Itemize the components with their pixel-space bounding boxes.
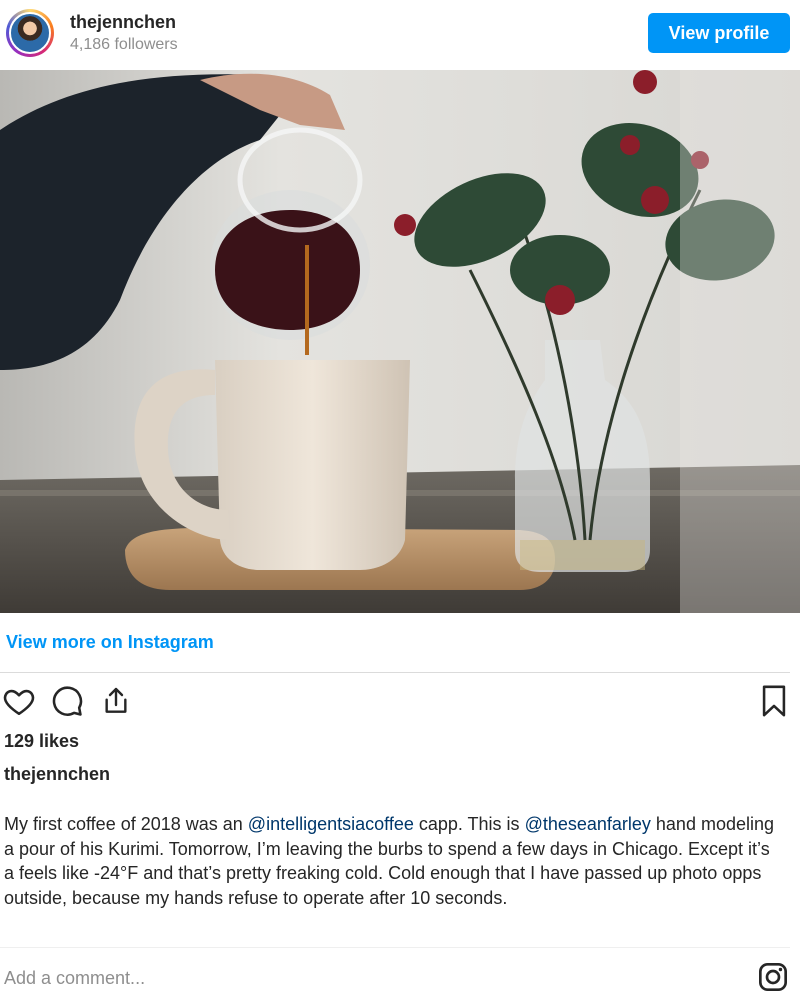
caption-username[interactable]: thejennchen xyxy=(4,764,110,785)
avatar[interactable] xyxy=(6,9,54,57)
heart-icon[interactable] xyxy=(2,684,36,723)
coffee-pour-photo xyxy=(0,70,800,613)
follower-count: 4,186 followers xyxy=(70,36,178,53)
post-caption: My first coffee of 2018 was an @intellig… xyxy=(4,812,784,910)
mention-link[interactable]: @intelligentsiacoffee xyxy=(248,814,414,834)
divider xyxy=(0,672,790,673)
comment-input[interactable] xyxy=(4,964,704,992)
post-header: thejennchen 4,186 followers View profile xyxy=(0,0,800,70)
instagram-icon[interactable] xyxy=(757,961,789,998)
mention-link[interactable]: @theseanfarley xyxy=(525,814,651,834)
bookmark-icon[interactable] xyxy=(759,684,789,723)
caption-text: capp. This is xyxy=(413,814,525,834)
username[interactable]: thejennchen xyxy=(70,12,176,33)
comment-icon[interactable] xyxy=(50,684,84,723)
avatar-image xyxy=(9,12,51,54)
caption-text: My first coffee of 2018 was an xyxy=(4,814,248,834)
share-icon[interactable] xyxy=(100,684,132,723)
view-more-link[interactable]: View more on Instagram xyxy=(6,632,214,653)
view-profile-button[interactable]: View profile xyxy=(648,13,790,53)
divider xyxy=(0,947,790,948)
like-count[interactable]: 129 likes xyxy=(4,731,79,752)
post-photo[interactable] xyxy=(0,70,800,613)
